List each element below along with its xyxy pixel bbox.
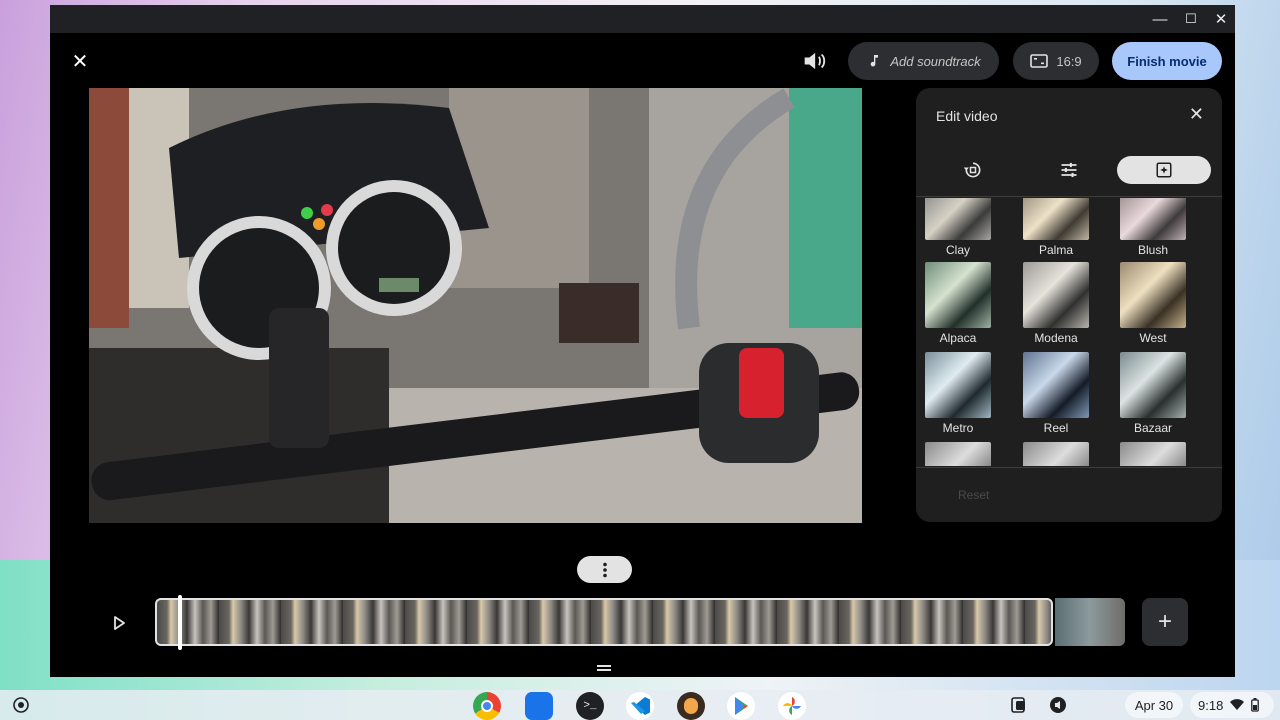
launcher-button[interactable] bbox=[12, 696, 30, 714]
filters-icon bbox=[1156, 162, 1172, 178]
filter-label: Clay bbox=[945, 243, 970, 257]
volume-icon bbox=[804, 52, 826, 70]
filter-label: Reel bbox=[1043, 421, 1069, 435]
minimize-button[interactable]: — bbox=[1145, 5, 1175, 33]
editor-toolbar: ✕ Add soundtrack 16:9 Finish movie bbox=[50, 33, 1235, 89]
filter-modena[interactable]: Modena bbox=[1021, 262, 1091, 345]
shelf: >_ Apr 30 9:18 bbox=[0, 690, 1280, 720]
app-window: — ☐ ✕ ✕ Add soundtrack 16:9 Finish movie… bbox=[50, 5, 1235, 677]
media-icon bbox=[1050, 697, 1066, 713]
maximize-button[interactable]: ☐ bbox=[1176, 5, 1206, 33]
filter-thumbnail bbox=[1120, 262, 1186, 328]
filter-thumbnail bbox=[1023, 442, 1089, 466]
more-options-button[interactable] bbox=[577, 556, 632, 583]
tote-button[interactable] bbox=[1010, 694, 1028, 716]
tab-filters[interactable] bbox=[1117, 156, 1211, 184]
resize-handle[interactable] bbox=[597, 659, 611, 671]
chrome-icon[interactable] bbox=[473, 692, 501, 720]
filter-next-row[interactable] bbox=[1021, 442, 1091, 466]
aspect-ratio-icon bbox=[1030, 54, 1049, 68]
aspect-ratio-label: 16:9 bbox=[1056, 53, 1082, 69]
video-preview[interactable] bbox=[89, 88, 862, 523]
play-store-icon[interactable] bbox=[727, 692, 755, 720]
window-caption-bar: — ☐ ✕ bbox=[50, 5, 1235, 33]
status-area[interactable]: 9:18 bbox=[1190, 692, 1274, 718]
volume-button[interactable] bbox=[800, 47, 828, 75]
filter-label: Bazaar bbox=[1133, 421, 1173, 435]
filter-thumbnail bbox=[1120, 442, 1186, 466]
terminal-icon[interactable]: >_ bbox=[576, 692, 604, 720]
filter-label: Palma bbox=[1038, 243, 1073, 257]
drag-handle-icon bbox=[597, 665, 611, 671]
filter-palma[interactable]: Palma bbox=[1021, 198, 1091, 257]
filter-label: Modena bbox=[1034, 331, 1078, 345]
filter-label: West bbox=[1139, 331, 1167, 345]
tab-rotate[interactable] bbox=[926, 156, 1020, 184]
vscode-icon[interactable] bbox=[626, 692, 654, 720]
playhead[interactable] bbox=[178, 595, 182, 650]
panel-divider bbox=[916, 467, 1222, 468]
filter-thumbnail bbox=[1120, 198, 1186, 240]
timeline-clip[interactable] bbox=[155, 598, 1053, 646]
finish-movie-button[interactable]: Finish movie bbox=[1112, 42, 1222, 80]
panel-title: Edit video bbox=[936, 108, 998, 124]
filter-next-row[interactable] bbox=[923, 442, 993, 466]
filter-blush[interactable]: Blush bbox=[1118, 198, 1188, 257]
filter-label: Metro bbox=[942, 421, 974, 435]
filter-label: Alpaca bbox=[939, 331, 977, 345]
battery-icon bbox=[1251, 698, 1260, 712]
filter-clay[interactable]: Clay bbox=[923, 198, 993, 257]
filter-thumbnail bbox=[1023, 352, 1089, 418]
files-icon[interactable] bbox=[525, 692, 553, 720]
more-vert-icon bbox=[602, 562, 607, 577]
window-close-button[interactable]: ✕ bbox=[1206, 5, 1235, 33]
play-button[interactable] bbox=[108, 612, 130, 634]
panel-divider bbox=[916, 196, 1222, 197]
wifi-icon bbox=[1230, 699, 1245, 710]
filter-thumbnail bbox=[925, 442, 991, 466]
filters-grid: Clay Palma Blush Alpaca Modena West Metr… bbox=[916, 198, 1222, 466]
clipboard-icon bbox=[1011, 697, 1025, 713]
tab-adjust[interactable] bbox=[1022, 156, 1116, 184]
photos-glyph bbox=[783, 697, 801, 715]
add-soundtrack-label: Add soundtrack bbox=[890, 53, 981, 69]
edit-video-panel: Edit video ✕ Clay Palma Blush Alpaca Mod… bbox=[916, 88, 1222, 522]
filter-west[interactable]: West bbox=[1118, 262, 1188, 345]
reset-button[interactable]: Reset bbox=[958, 488, 989, 502]
filter-next-row[interactable] bbox=[1118, 442, 1188, 466]
play-store-glyph bbox=[735, 697, 748, 715]
rotate-icon bbox=[963, 162, 981, 178]
filter-thumbnail bbox=[1023, 262, 1089, 328]
filter-thumbnail bbox=[925, 352, 991, 418]
panel-close-button[interactable]: ✕ bbox=[1189, 104, 1204, 125]
timeline-next-clip[interactable] bbox=[1055, 598, 1125, 646]
filter-thumbnail bbox=[1023, 198, 1089, 240]
filter-bazaar[interactable]: Bazaar bbox=[1118, 352, 1188, 435]
filter-label: Blush bbox=[1137, 243, 1169, 257]
app-icon[interactable] bbox=[677, 692, 705, 720]
filter-reel[interactable]: Reel bbox=[1021, 352, 1091, 435]
media-controls-button[interactable] bbox=[1048, 694, 1068, 716]
music-note-icon bbox=[870, 55, 879, 67]
aspect-ratio-button[interactable]: 16:9 bbox=[1013, 42, 1099, 80]
video-frame-image bbox=[89, 88, 862, 523]
photos-icon[interactable] bbox=[778, 692, 806, 720]
vscode-glyph bbox=[631, 697, 650, 715]
play-icon bbox=[114, 616, 125, 630]
filter-thumbnail bbox=[925, 262, 991, 328]
date-display[interactable]: Apr 30 bbox=[1125, 692, 1183, 718]
add-clip-button[interactable]: + bbox=[1142, 598, 1188, 646]
filter-thumbnail bbox=[925, 198, 991, 240]
time-display: 9:18 bbox=[1198, 697, 1224, 713]
launcher-icon bbox=[13, 697, 29, 713]
add-soundtrack-button[interactable]: Add soundtrack bbox=[848, 42, 999, 80]
filter-thumbnail bbox=[1120, 352, 1186, 418]
filter-metro[interactable]: Metro bbox=[923, 352, 993, 435]
adjust-sliders-icon bbox=[1061, 162, 1077, 178]
close-editor-button[interactable]: ✕ bbox=[66, 47, 94, 75]
filter-alpaca[interactable]: Alpaca bbox=[923, 262, 993, 345]
